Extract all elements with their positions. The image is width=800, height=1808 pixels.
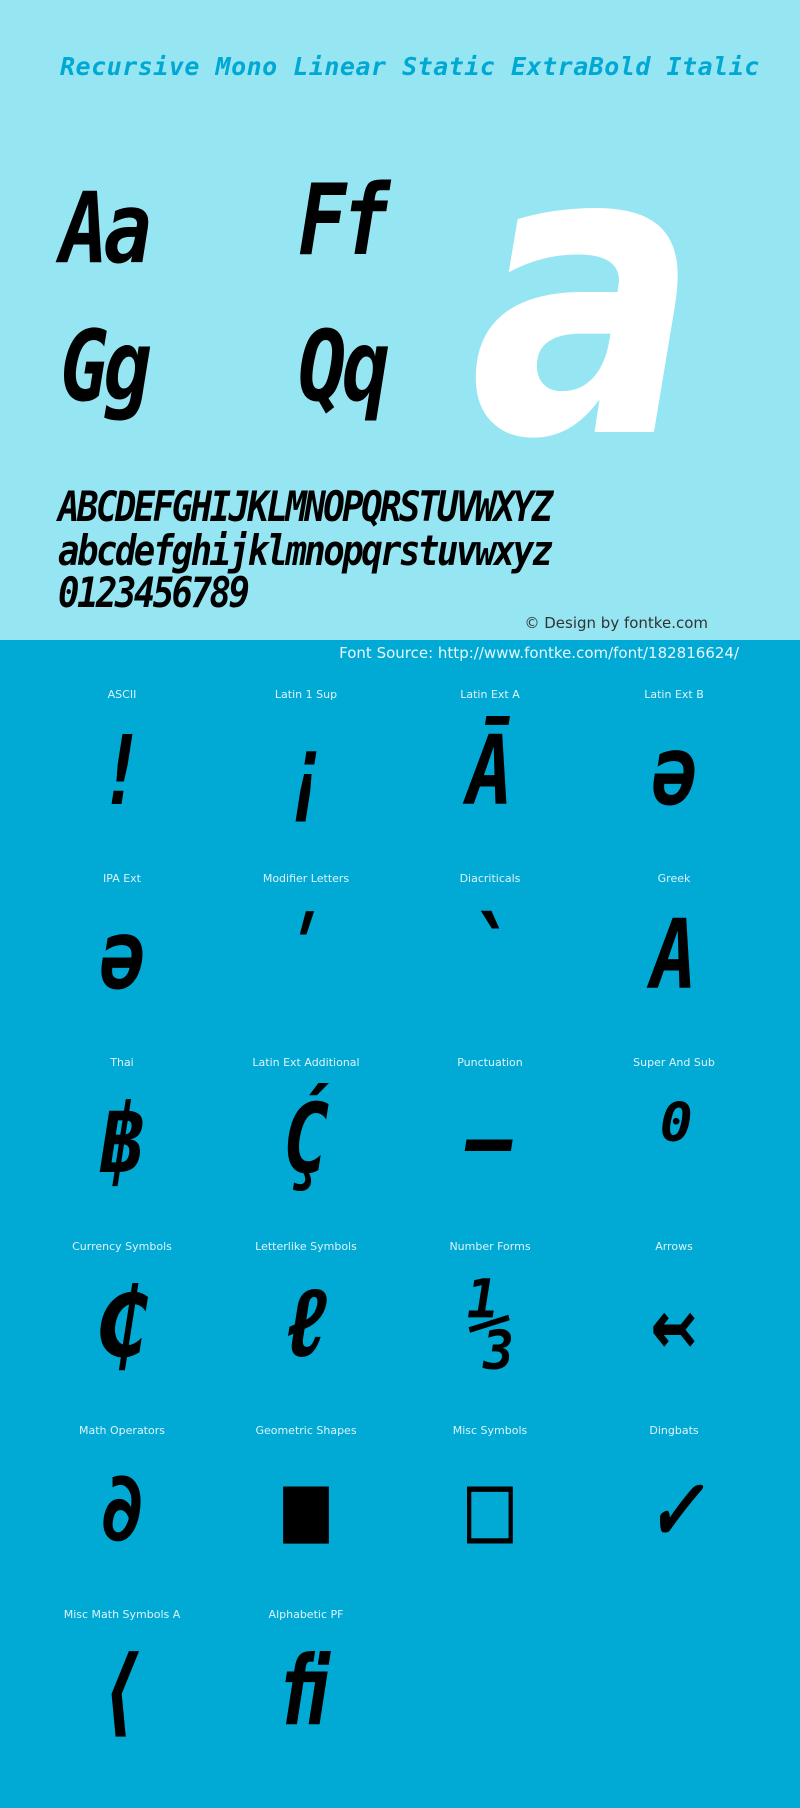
block-label: Alphabetic PF xyxy=(268,1608,344,1621)
glyph-pair-qq: Qq xyxy=(298,310,390,424)
block-cell: Latin Ext B ə xyxy=(582,680,766,864)
hero-glyph: a xyxy=(470,62,700,527)
block-cell: Latin Ext A Ā xyxy=(398,680,582,864)
block-glyph: ⅓ xyxy=(466,1267,514,1379)
font-source-link[interactable]: Font Source: http://www.fontke.com/font/… xyxy=(339,644,739,662)
block-label: ASCII xyxy=(107,688,137,701)
block-glyph: ฿ xyxy=(98,1083,146,1195)
block-cell: Thai ฿ xyxy=(30,1048,214,1232)
block-cell: ASCII! xyxy=(30,680,214,864)
block-label: Latin Ext Additional xyxy=(252,1056,360,1069)
glyph-pair-gg: Gg xyxy=(60,310,152,424)
block-cell: Math Operators ∂ xyxy=(30,1416,214,1600)
block-cell: Greek Α xyxy=(582,864,766,1048)
block-cell: Dingbats ✓ xyxy=(582,1416,766,1600)
block-glyph: Ā xyxy=(466,715,514,827)
lowercase-row: abcdefghijklmnopqrstuvwxyz xyxy=(58,526,553,575)
block-glyph: ﬁ xyxy=(282,1635,330,1747)
block-cell: Misc Math Symbols A ⟨ xyxy=(30,1600,214,1784)
block-cell: Arrows ↢ xyxy=(582,1232,766,1416)
block-glyph: ✓ xyxy=(650,1451,698,1563)
block-cell: IPA Ext ə xyxy=(30,864,214,1048)
block-glyph: Α xyxy=(650,899,698,1011)
block-label: Super And Sub xyxy=(633,1056,715,1069)
block-label: Greek xyxy=(657,872,691,885)
block-cell: Currency Symbols ₵ xyxy=(30,1232,214,1416)
specimen-header: Recursive Mono Linear Static ExtraBold I… xyxy=(0,0,800,640)
digits-row: 0123456789 xyxy=(58,568,250,617)
block-label: Latin Ext A xyxy=(460,688,520,701)
block-label: Misc Symbols xyxy=(452,1424,528,1437)
block-glyph: □ xyxy=(466,1451,514,1563)
block-cell: Alphabetic PF ﬁ xyxy=(214,1600,398,1784)
block-cell: Diacriticals ` xyxy=(398,864,582,1048)
block-glyph: ə xyxy=(650,715,698,827)
block-glyph: ‒ xyxy=(466,1083,514,1195)
block-cell: Modifier Letters ʹ xyxy=(214,864,398,1048)
uppercase-row: ABCDEFGHIJKLMNOPQRSTUVWXYZ xyxy=(58,482,553,531)
block-label: Letterlike Symbols xyxy=(255,1240,357,1253)
glyph-pair-ff: Ff xyxy=(298,164,390,278)
block-cell: Number Forms ⅓ xyxy=(398,1232,582,1416)
block-label: Latin 1 Sup xyxy=(274,688,338,701)
block-glyph: ` xyxy=(466,899,514,1011)
block-cell: Latin Ext Additional Ḉ xyxy=(214,1048,398,1232)
block-glyph: ■ xyxy=(282,1451,330,1563)
block-cell: Geometric Shapes ■ xyxy=(214,1416,398,1600)
glyph-pair-aa: Aa xyxy=(60,172,152,286)
block-glyph: ⟨ xyxy=(98,1635,146,1747)
block-cell: Letterlike Symbols ℓ xyxy=(214,1232,398,1416)
block-label: Misc Math Symbols A xyxy=(63,1608,181,1621)
block-glyph: ¡ xyxy=(282,715,330,827)
block-label: Dingbats xyxy=(649,1424,699,1437)
block-label: Modifier Letters xyxy=(262,872,350,885)
block-cell: Punctuation ‒ xyxy=(398,1048,582,1232)
block-glyph: Ḉ xyxy=(282,1083,330,1195)
block-label: Diacriticals xyxy=(459,872,521,885)
block-glyph: ⁰ xyxy=(650,1083,698,1195)
block-label: Latin Ext B xyxy=(644,688,704,701)
design-credit: © Design by fontke.com xyxy=(524,614,708,632)
block-label: Punctuation xyxy=(457,1056,523,1069)
block-glyph: ₵ xyxy=(98,1267,146,1379)
block-glyph: ʹ xyxy=(282,899,330,1011)
block-glyph: ℓ xyxy=(282,1267,330,1379)
block-label: Number Forms xyxy=(449,1240,531,1253)
block-label: Math Operators xyxy=(79,1424,165,1437)
block-glyph: ↢ xyxy=(650,1267,698,1379)
unicode-block-grid: ASCII! Latin 1 Sup ¡ Latin Ext A Ā Latin Ext … xyxy=(0,680,800,1784)
block-glyph: ə xyxy=(98,899,146,1011)
block-label: Geometric Shapes xyxy=(255,1424,357,1437)
block-label: IPA Ext xyxy=(103,872,141,885)
block-cell: Latin 1 Sup ¡ xyxy=(214,680,398,864)
block-cell: Misc Symbols □ xyxy=(398,1416,582,1600)
block-label: Arrows xyxy=(655,1240,693,1253)
block-label: Thai xyxy=(110,1056,134,1069)
block-label: Currency Symbols xyxy=(72,1240,172,1253)
block-glyph: ∂ xyxy=(98,1451,146,1563)
block-glyph: ! xyxy=(98,715,146,827)
block-cell: Super And Sub ⁰ xyxy=(582,1048,766,1232)
